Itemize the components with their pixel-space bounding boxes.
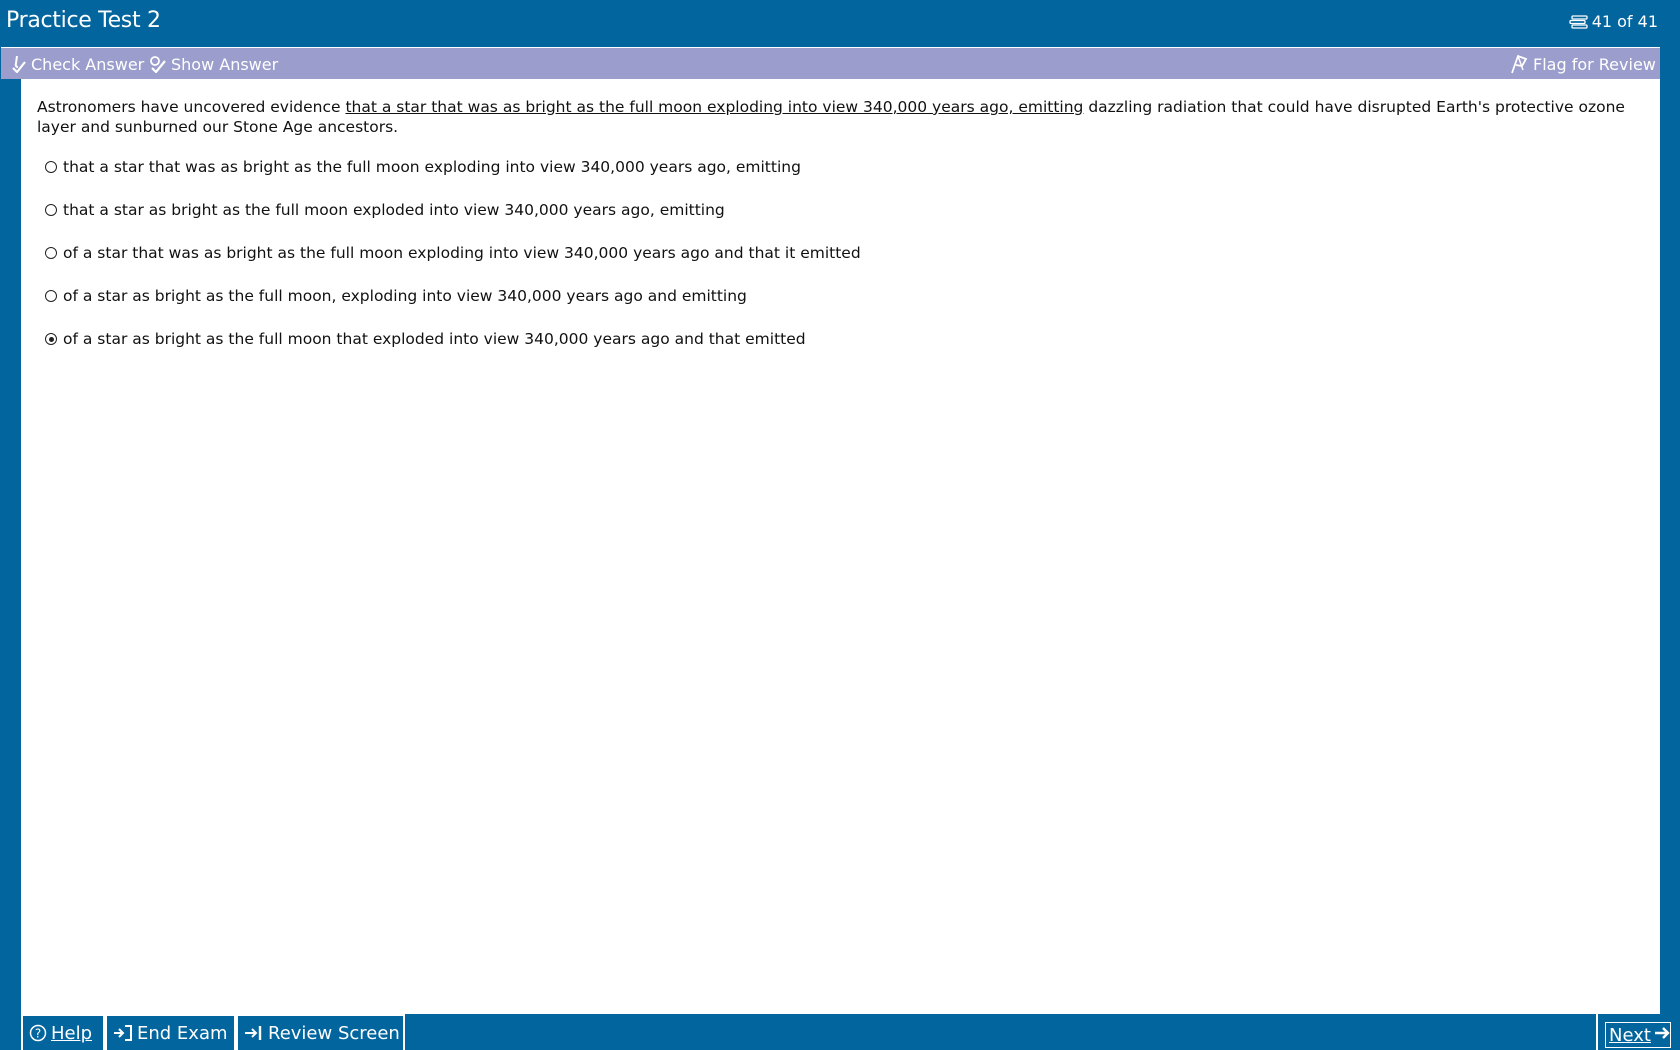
show-answer-button[interactable]: Show Answer [149, 52, 278, 76]
question-stem: Astronomers have uncovered evidence that… [37, 97, 1647, 137]
list-icon [1569, 14, 1589, 29]
end-exam-button[interactable]: End Exam [105, 1014, 236, 1050]
answer-choice[interactable]: that a star that was as bright as the fu… [45, 157, 861, 200]
radio-button[interactable] [45, 204, 57, 216]
review-screen-label: Review Screen [268, 1022, 400, 1044]
help-icon: ? [29, 1024, 47, 1042]
help-label: Help [51, 1022, 93, 1044]
show-answer-icon [149, 55, 167, 73]
title-bar: Practice Test 2 41 of 41 [0, 0, 1680, 44]
choice-text: of a star that was as bright as the full… [63, 244, 861, 262]
footer-bar: ? Help End Exam Review Screen Next [0, 1014, 1680, 1050]
choice-text: that a star as bright as the full moon e… [63, 201, 725, 219]
answer-choice-selected[interactable]: of a star as bright as the full moon tha… [45, 329, 861, 372]
stem-text-before: Astronomers have uncovered evidence [37, 98, 346, 116]
review-screen-button[interactable]: Review Screen [236, 1014, 405, 1050]
question-pane: Astronomers have uncovered evidence that… [21, 79, 1660, 1014]
review-screen-icon [244, 1024, 264, 1042]
radio-dot [48, 336, 54, 342]
end-exam-icon [113, 1024, 133, 1042]
svg-text:?: ? [35, 1027, 41, 1041]
left-frame [0, 79, 21, 1014]
answer-choice[interactable]: of a star as bright as the full moon, ex… [45, 286, 861, 329]
app-title: Practice Test 2 [6, 8, 161, 33]
flag-for-review-label: Flag for Review [1533, 54, 1656, 74]
radio-button[interactable] [45, 161, 57, 173]
radio-button[interactable] [45, 247, 57, 259]
next-button[interactable]: Next [1605, 1022, 1671, 1048]
arrow-right-icon [1654, 1025, 1672, 1046]
flag-for-review-button[interactable]: Flag for Review [1509, 52, 1656, 76]
answer-choice[interactable]: of a star that was as bright as the full… [45, 243, 861, 286]
help-button[interactable]: ? Help [21, 1014, 105, 1050]
check-answer-icon [11, 55, 27, 73]
flag-icon [1509, 54, 1529, 74]
check-answer-button[interactable]: Check Answer [11, 52, 144, 76]
question-toolbar: Check Answer Show Answer Flag for Review [1, 47, 1660, 79]
check-answer-label: Check Answer [31, 54, 145, 74]
choice-text: of a star as bright as the full moon tha… [63, 330, 806, 348]
choice-text: of a star as bright as the full moon, ex… [63, 287, 747, 305]
end-exam-label: End Exam [137, 1022, 228, 1044]
answer-choices: that a star that was as bright as the fu… [45, 157, 861, 372]
right-frame [1660, 44, 1680, 1014]
show-answer-label: Show Answer [171, 54, 279, 74]
answer-choice[interactable]: that a star as bright as the full moon e… [45, 200, 861, 243]
choice-text: that a star that was as bright as the fu… [63, 158, 801, 176]
radio-button[interactable] [45, 290, 57, 302]
footer-divider [1596, 1014, 1598, 1050]
counter-text: 41 of 41 [1591, 12, 1658, 31]
radio-button-selected[interactable] [45, 333, 57, 345]
question-counter: 41 of 41 [1569, 12, 1658, 31]
stem-underlined-text: that a star that was as bright as the fu… [345, 98, 1084, 116]
next-label: Next [1609, 1024, 1651, 1046]
